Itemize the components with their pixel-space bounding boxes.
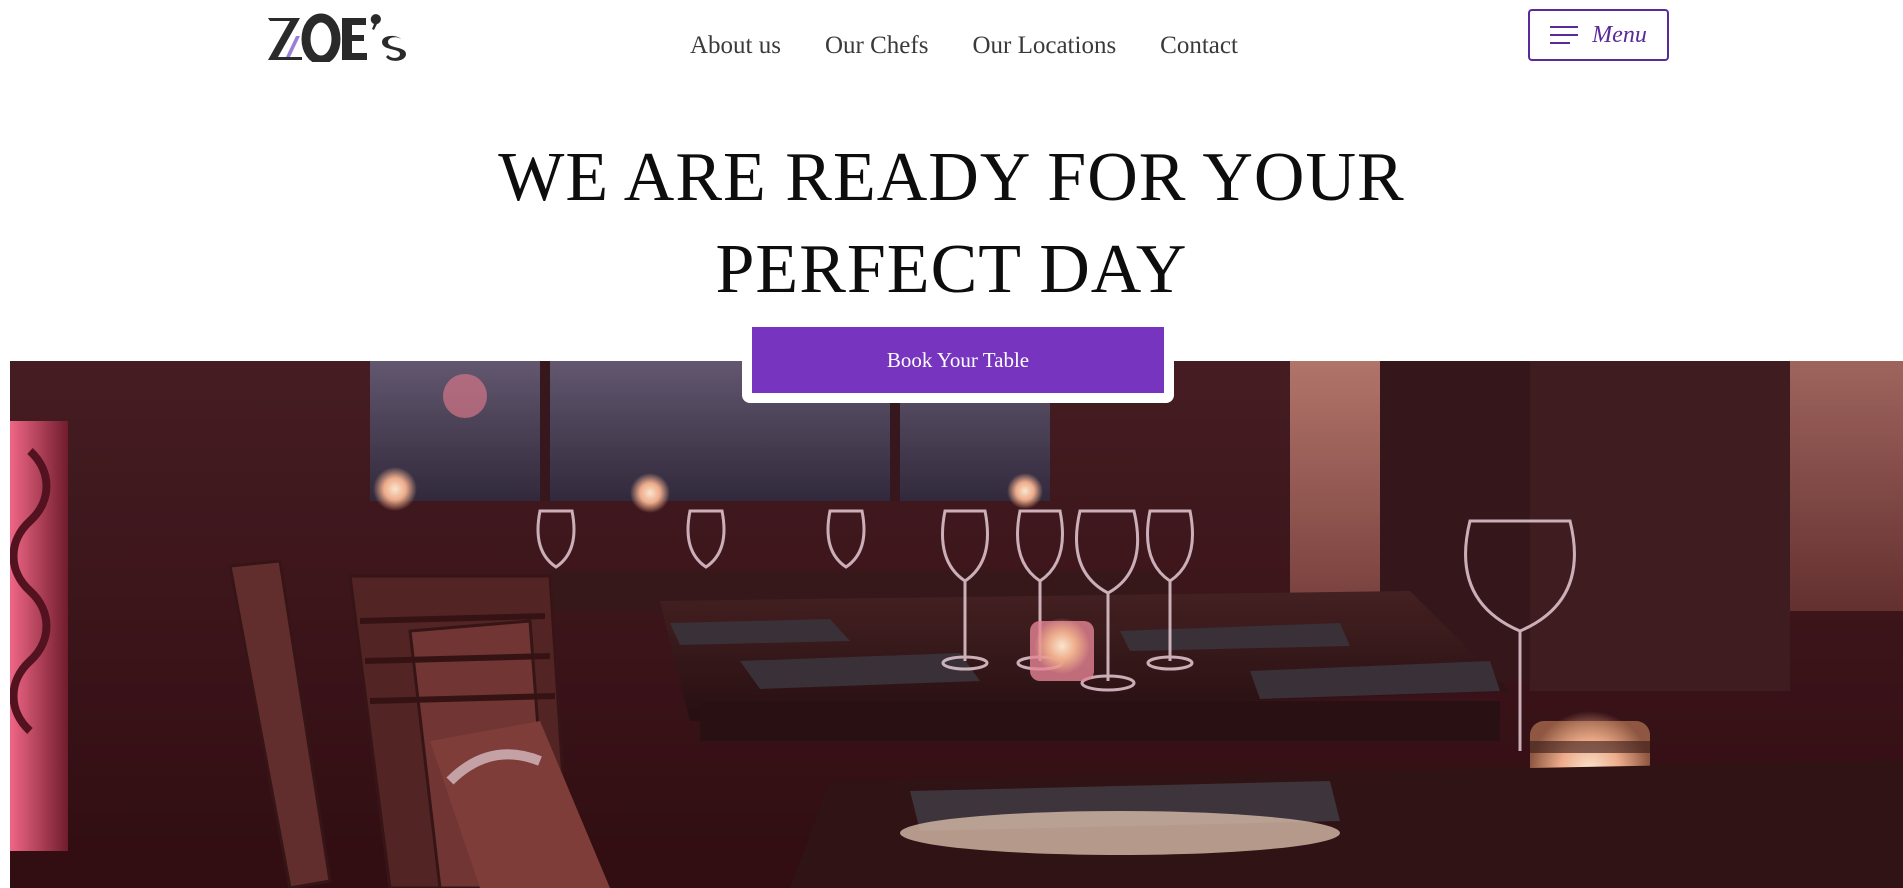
logo-mark xyxy=(268,13,406,62)
menu-button-label: Menu xyxy=(1592,21,1647,48)
main-nav: About us Our Chefs Our Locations Contact xyxy=(690,32,1238,60)
nav-item-our-locations[interactable]: Our Locations xyxy=(972,32,1116,60)
hero-title-line-2: PERFECT DAY xyxy=(715,231,1188,308)
hamburger-icon xyxy=(1550,26,1579,44)
book-table-container: Book Your Table xyxy=(742,319,1174,403)
restaurant-interior-photo xyxy=(10,361,1903,888)
nav-item-our-chefs[interactable]: Our Chefs xyxy=(825,32,928,60)
nav-item-contact[interactable]: Contact xyxy=(1160,32,1238,60)
hero-title-line-1: WE ARE READY FOR YOUR xyxy=(498,139,1405,216)
menu-button[interactable]: Menu xyxy=(1528,9,1669,61)
brand-logo[interactable] xyxy=(266,10,416,62)
nav-item-about-us[interactable]: About us xyxy=(690,32,781,60)
hero-title: WE ARE READY FOR YOUR PERFECT DAY xyxy=(0,132,1903,316)
hero-image xyxy=(10,361,1903,888)
book-table-button[interactable]: Book Your Table xyxy=(752,327,1164,393)
page: About us Our Chefs Our Locations Contact… xyxy=(0,0,1903,888)
